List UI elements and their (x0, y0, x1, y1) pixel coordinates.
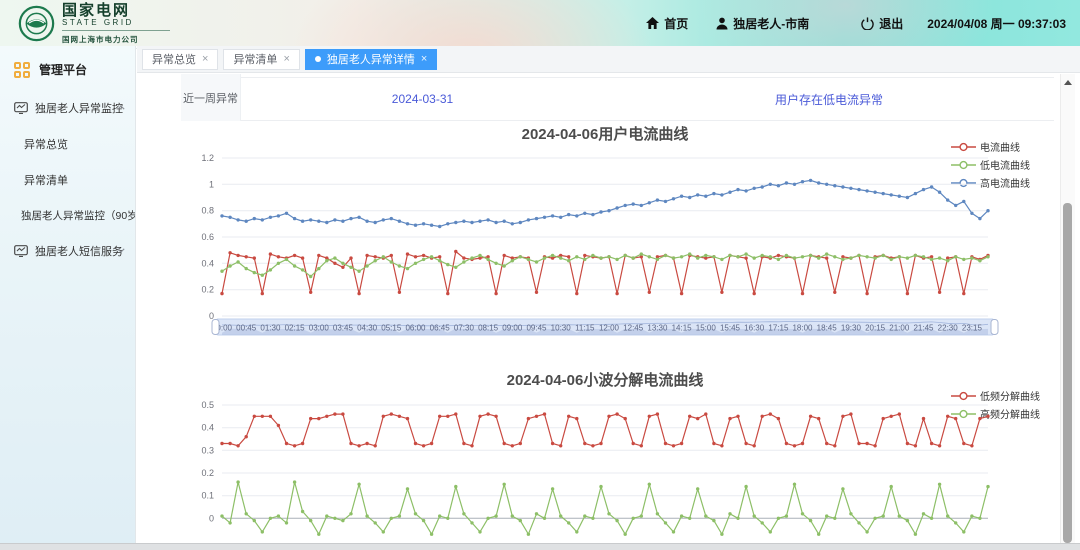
home-label: 首页 (664, 15, 688, 32)
monitor-board-icon (14, 245, 28, 257)
logo-subtitle: STATE GRID (62, 18, 170, 31)
legend-marker-icon (951, 178, 976, 188)
legend-item[interactable]: 低频分解曲线 (951, 388, 1040, 403)
sidebar-nav: 管理平台 独居老人异常监控 异常总览 异常清单 独居老人异常监控（90岁以上） (0, 46, 136, 543)
platform-header: 管理平台 (0, 46, 135, 90)
tab-label: 独居老人异常详情 (327, 51, 415, 67)
home-button[interactable]: 首页 (646, 15, 688, 32)
close-icon[interactable]: × (202, 53, 208, 65)
recent-anomaly-row-label: 近一周异常 (181, 74, 241, 121)
chevron-up-icon (117, 105, 125, 110)
vertical-scrollbar-thumb[interactable] (1063, 203, 1072, 543)
legend-marker-icon (951, 391, 976, 401)
chart2-legend: 低频分解曲线高频分解曲线 (951, 388, 1040, 421)
sidebar-item-elderly-anomaly-monitor[interactable]: 独居老人异常监控 (0, 90, 135, 126)
sidebar-item-elderly-sms-service[interactable]: 独居老人短信服务 (0, 233, 135, 269)
active-dot-icon (315, 56, 321, 62)
tab-bar: 异常总览 × 异常清单 × 独居老人异常详情 × (137, 46, 1080, 73)
legend-marker-icon (951, 142, 976, 152)
tab-label: 异常清单 (233, 51, 277, 67)
table-border (241, 120, 1054, 121)
legend-marker-icon (951, 160, 976, 170)
user-icon (716, 17, 728, 30)
legend-item[interactable]: 高电流曲线 (951, 175, 1030, 190)
sidebar-item-anomaly-list[interactable]: 异常清单 (0, 162, 135, 198)
chart1-legend: 电流曲线低电流曲线高电流曲线 (951, 139, 1030, 190)
close-icon[interactable]: × (421, 53, 427, 65)
logo-title: 国家电网 (62, 3, 204, 18)
sidebar-item-elderly-anomaly-monitor-90plus[interactable]: 独居老人异常监控（90岁以上） (0, 198, 135, 233)
sidebar-item-label: 异常清单 (24, 172, 68, 188)
anomaly-message-link[interactable]: 用户存在低电流异常 (604, 78, 1054, 120)
user-menu[interactable]: 独居老人-市南 (716, 15, 809, 32)
logout-button[interactable]: 退出 (861, 15, 903, 32)
tab-elderly-anomaly-detail[interactable]: 独居老人异常详情 × (305, 49, 437, 70)
legend-item[interactable]: 高频分解曲线 (951, 406, 1040, 421)
sidebar-item-label: 独居老人异常监控（90岁以上） (21, 208, 135, 223)
grid-icon (14, 62, 30, 78)
state-grid-logo: 国家电网 STATE GRID 国网上海市电力公司 STATE GRID SHA… (18, 3, 204, 50)
legend-item[interactable]: 低电流曲线 (951, 157, 1030, 172)
anomaly-date-link[interactable]: 2024-03-31 (241, 78, 604, 120)
tab-anomaly-list[interactable]: 异常清单 × (223, 49, 299, 70)
state-grid-emblem-icon (18, 5, 55, 42)
sidebar-item-label: 独居老人异常监控 (35, 100, 123, 116)
company-name: 国网上海市电力公司 (62, 34, 204, 45)
logout-label: 退出 (879, 15, 903, 32)
platform-title: 管理平台 (39, 61, 87, 78)
user-name: 独居老人-市南 (733, 15, 809, 32)
app-header: 国家电网 STATE GRID 国网上海市电力公司 STATE GRID SHA… (0, 0, 1080, 46)
sidebar-item-label: 异常总览 (24, 136, 68, 152)
sidebar-item-anomaly-overview[interactable]: 异常总览 (0, 126, 135, 162)
sidebar-item-label: 独居老人短信服务 (35, 243, 123, 259)
close-icon[interactable]: × (283, 53, 289, 65)
datetime-display: 2024/04/08 周一 09:37:03 (927, 15, 1066, 32)
tab-label: 异常总览 (152, 51, 196, 67)
chart1-title: 2024-04-06用户电流曲线 (222, 123, 988, 144)
legend-item[interactable]: 电流曲线 (951, 139, 1030, 154)
tab-anomaly-overview[interactable]: 异常总览 × (142, 49, 218, 70)
chevron-down-icon (117, 248, 125, 253)
main-content (137, 74, 1060, 543)
horizontal-scrollbar[interactable] (0, 543, 1080, 550)
power-icon (861, 17, 874, 30)
home-icon (646, 17, 659, 29)
legend-marker-icon (951, 409, 976, 419)
chart2-title: 2024-04-06小波分解电流曲线 (222, 369, 988, 390)
monitor-board-icon (14, 102, 28, 114)
scroll-up-arrow-icon[interactable] (1064, 80, 1072, 85)
